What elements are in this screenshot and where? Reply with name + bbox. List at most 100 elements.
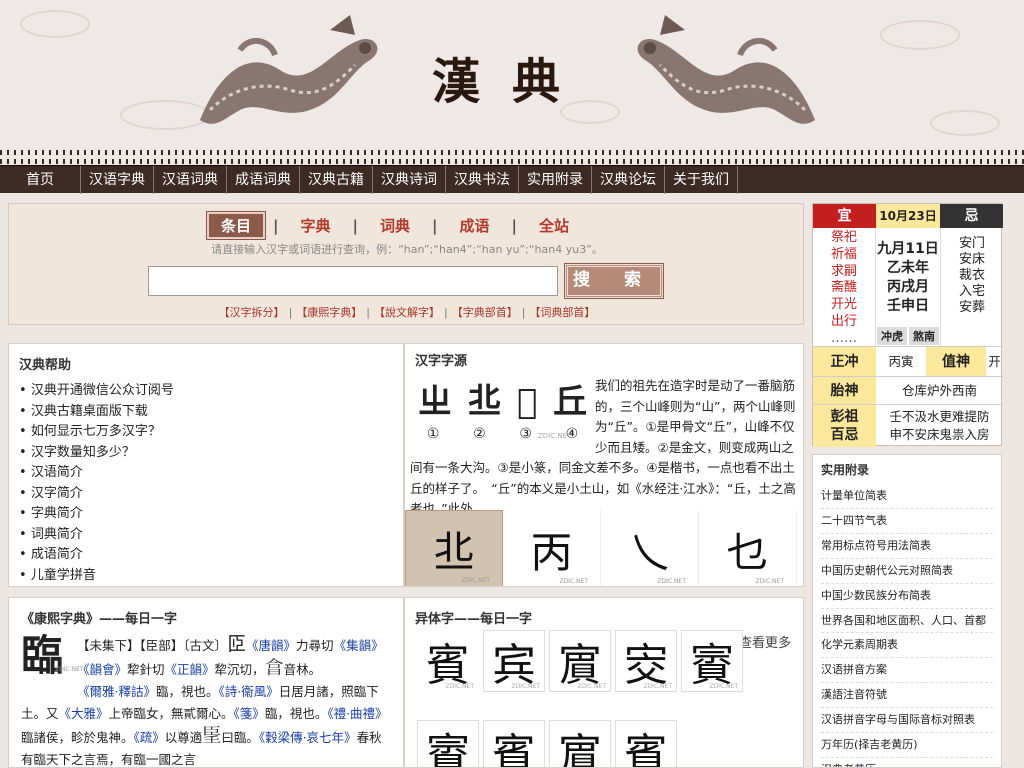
origin-glyph: 丘 <box>553 381 588 422</box>
list-item[interactable]: • 汉典开通微信公众订阅号 <box>19 381 393 402</box>
strip-item[interactable]: 乜 ZDIC.NET <box>699 510 797 586</box>
help-link[interactable]: 如何显示七万多汉字？ <box>31 424 161 439</box>
link-kangxi[interactable]: 【康熙字典】 <box>296 306 362 319</box>
strip-item[interactable]: 乀 ZDIC.NET <box>601 510 699 586</box>
lunar-line: 丙戌月 <box>887 279 929 295</box>
nav-fulu[interactable]: 实用附录 <box>519 166 592 194</box>
link-chaifen[interactable]: 【汉字拆分】 <box>219 306 285 319</box>
site-logo[interactable]: 漢典 <box>432 42 592 112</box>
appendix-link[interactable]: 中国少数民族分布简表 <box>821 584 993 609</box>
kangxi-ref[interactable]: 《疏》 <box>134 730 165 745</box>
list-item[interactable]: • 成语简介 <box>19 545 393 566</box>
kangxi-ref[interactable]: 《穀梁傳·哀七年》 <box>259 730 357 745</box>
list-item[interactable]: • 字典简介 <box>19 504 393 525</box>
appendix-link[interactable]: 化学元素周期表 <box>821 633 993 659</box>
variant-char[interactable]: 賓 ZDIC.NET <box>417 630 479 692</box>
kangxi-char[interactable]: 臨 ZDIC.NET <box>21 633 84 693</box>
search-button[interactable]: 搜 索 <box>565 264 663 298</box>
kangxi-ref[interactable]: 《禮·曲禮》 <box>327 706 387 721</box>
nav-shufa[interactable]: 汉典书法 <box>446 166 519 194</box>
appendix-link[interactable]: 万年历(择吉老黄历) <box>821 733 993 758</box>
list-item[interactable]: • 汉语简介 <box>19 463 393 484</box>
right-dragon-icon <box>637 15 815 124</box>
help-link[interactable]: 汉语简介 <box>31 465 83 480</box>
kangxi-ref[interactable]: 《正韻》 <box>165 662 215 677</box>
help-link[interactable]: 儿童学拼音 <box>31 568 96 583</box>
variant-char[interactable]: 賓 <box>615 720 677 767</box>
origin-title: 汉字字源 <box>415 354 468 369</box>
nav-about[interactable]: 关于我们 <box>665 166 738 194</box>
help-link[interactable]: 词典简介 <box>31 527 83 542</box>
pengzu-line: 申不安床鬼祟入房 <box>889 427 990 442</box>
nav-home[interactable]: 首页 <box>0 166 81 194</box>
link-zidian-bushou[interactable]: 【字典部首】 <box>452 306 518 319</box>
variant-char[interactable]: 賔 <box>549 720 611 767</box>
yi-item: 开光 <box>830 297 857 313</box>
appendix-link[interactable]: 常用标点符号用法简表 <box>821 534 993 559</box>
cloud-ornament <box>20 10 90 38</box>
strip-item[interactable]: 丠 ZDIC.NET <box>405 510 503 586</box>
nav-luntan[interactable]: 汉典论坛 <box>592 166 665 194</box>
appendix-panel: 实用附录 计量单位简表 二十四节气表 常用标点符号用法简表 中国历史朝代公元对照… <box>812 454 1002 768</box>
list-item[interactable]: • 汉字数量知多少？ <box>19 443 393 464</box>
strip-item[interactable]: 丙 ZDIC.NET <box>503 510 601 586</box>
ji-list: 安门 安床 裁衣 入宅 安葬 <box>940 228 1003 346</box>
variant-title[interactable]: 异体字——每日一字 <box>415 608 793 627</box>
link-cidian-bushou[interactable]: 【词典部首】 <box>529 306 595 319</box>
appendix-link[interactable]: 计量单位简表 <box>821 484 993 509</box>
ji-label: 忌 <box>940 204 1003 228</box>
list-item[interactable]: • 如何显示七万多汉字？ <box>19 422 393 443</box>
kangxi-ref[interactable]: 《箋》 <box>234 706 265 721</box>
list-item[interactable]: • 儿童学拼音 <box>19 566 393 587</box>
kangxi-ref[interactable]: 《詩·衞風》 <box>219 684 279 699</box>
appendix-link[interactable]: 二十四节气表 <box>821 509 993 534</box>
link-shuowen[interactable]: 【說文解字】 <box>374 306 440 319</box>
nav-cidian[interactable]: 汉语词典 <box>154 166 227 194</box>
search-input[interactable] <box>148 266 558 296</box>
link-separator: | <box>444 306 448 319</box>
taishen-row: 胎神 仓库炉外西南 <box>813 376 1003 404</box>
tab-zidian[interactable]: 字典 <box>287 213 345 238</box>
list-item[interactable]: • 汉字简介 <box>19 484 393 505</box>
kangxi-ref[interactable]: 《爾雅·釋詁》 <box>77 684 156 699</box>
kangxi-text: 音林。 <box>283 662 322 677</box>
tab-quanzhan[interactable]: 全站 <box>525 213 583 238</box>
kangxi-title[interactable]: 《康熙字典》——每日一字 <box>21 608 391 627</box>
origin-strip: 丠 ZDIC.NET 丙 ZDIC.NET 乀 ZDIC.NET 乜 ZDIC.NET <box>405 510 803 586</box>
tab-tiaomu[interactable]: 条目 <box>207 212 266 239</box>
lunar-line: 九月11日 <box>877 241 939 257</box>
tab-cidian[interactable]: 词典 <box>366 213 424 238</box>
more-link[interactable]: 查看更多 <box>739 632 791 651</box>
nav-shici[interactable]: 汉典诗词 <box>373 166 446 194</box>
variant-char[interactable]: 賓 <box>483 720 545 767</box>
appendix-link[interactable]: 汉语拼音方案 <box>821 658 993 684</box>
appendix-link[interactable]: 漢語注音符號 <box>821 683 993 709</box>
strip-glyph: 乜 <box>726 527 769 577</box>
help-link[interactable]: 汉字数量知多少？ <box>31 445 135 460</box>
variant-char[interactable]: 宾 ZDIC.NET <box>483 630 545 692</box>
appendix-link[interactable]: 世界各国和地区面积、人口、首都 <box>821 609 993 634</box>
list-item[interactable]: • 汉典古籍桌面版下载 <box>19 402 393 423</box>
kangxi-ref[interactable]: 《唐韻》 <box>246 638 296 653</box>
help-link[interactable]: 成语简介 <box>31 547 83 562</box>
variant-char[interactable]: 賔 ZDIC.NET <box>549 630 611 692</box>
help-link[interactable]: 汉典古籍桌面版下载 <box>31 404 148 419</box>
nav-chengyu[interactable]: 成语词典 <box>227 166 300 194</box>
kangxi-glyph: 𦣝 <box>227 633 247 655</box>
nav-guji[interactable]: 汉典古籍 <box>300 166 373 194</box>
variant-char[interactable]: 㝔 ZDIC.NET <box>615 630 677 692</box>
variant-char[interactable]: 賨 <box>417 720 479 767</box>
help-link[interactable]: 字典简介 <box>31 506 83 521</box>
kangxi-ref[interactable]: 《大雅》 <box>59 706 109 721</box>
list-item[interactable]: • 词典简介 <box>19 525 393 546</box>
appendix-link[interactable]: 汉语拼音字母与国际音标对照表 <box>821 708 993 734</box>
search-panel: 条目 | 字典 | 词典 | 成语 | 全站 请直接输入汉字或词语进行查询，例：… <box>8 203 804 325</box>
tab-chengyu[interactable]: 成语 <box>446 213 504 238</box>
nav-zidian[interactable]: 汉语字典 <box>81 166 154 194</box>
help-link[interactable]: 汉典开通微信公众订阅号 <box>31 383 174 398</box>
help-link[interactable]: 汉字简介 <box>31 486 83 501</box>
variant-char[interactable]: 賨 ZDIC.NET <box>681 630 743 692</box>
appendix-link[interactable]: 中国历史朝代公元对照简表 <box>821 559 993 584</box>
appendix-link[interactable]: 汉典老黄历 <box>821 758 993 767</box>
link-separator: | <box>366 306 370 319</box>
